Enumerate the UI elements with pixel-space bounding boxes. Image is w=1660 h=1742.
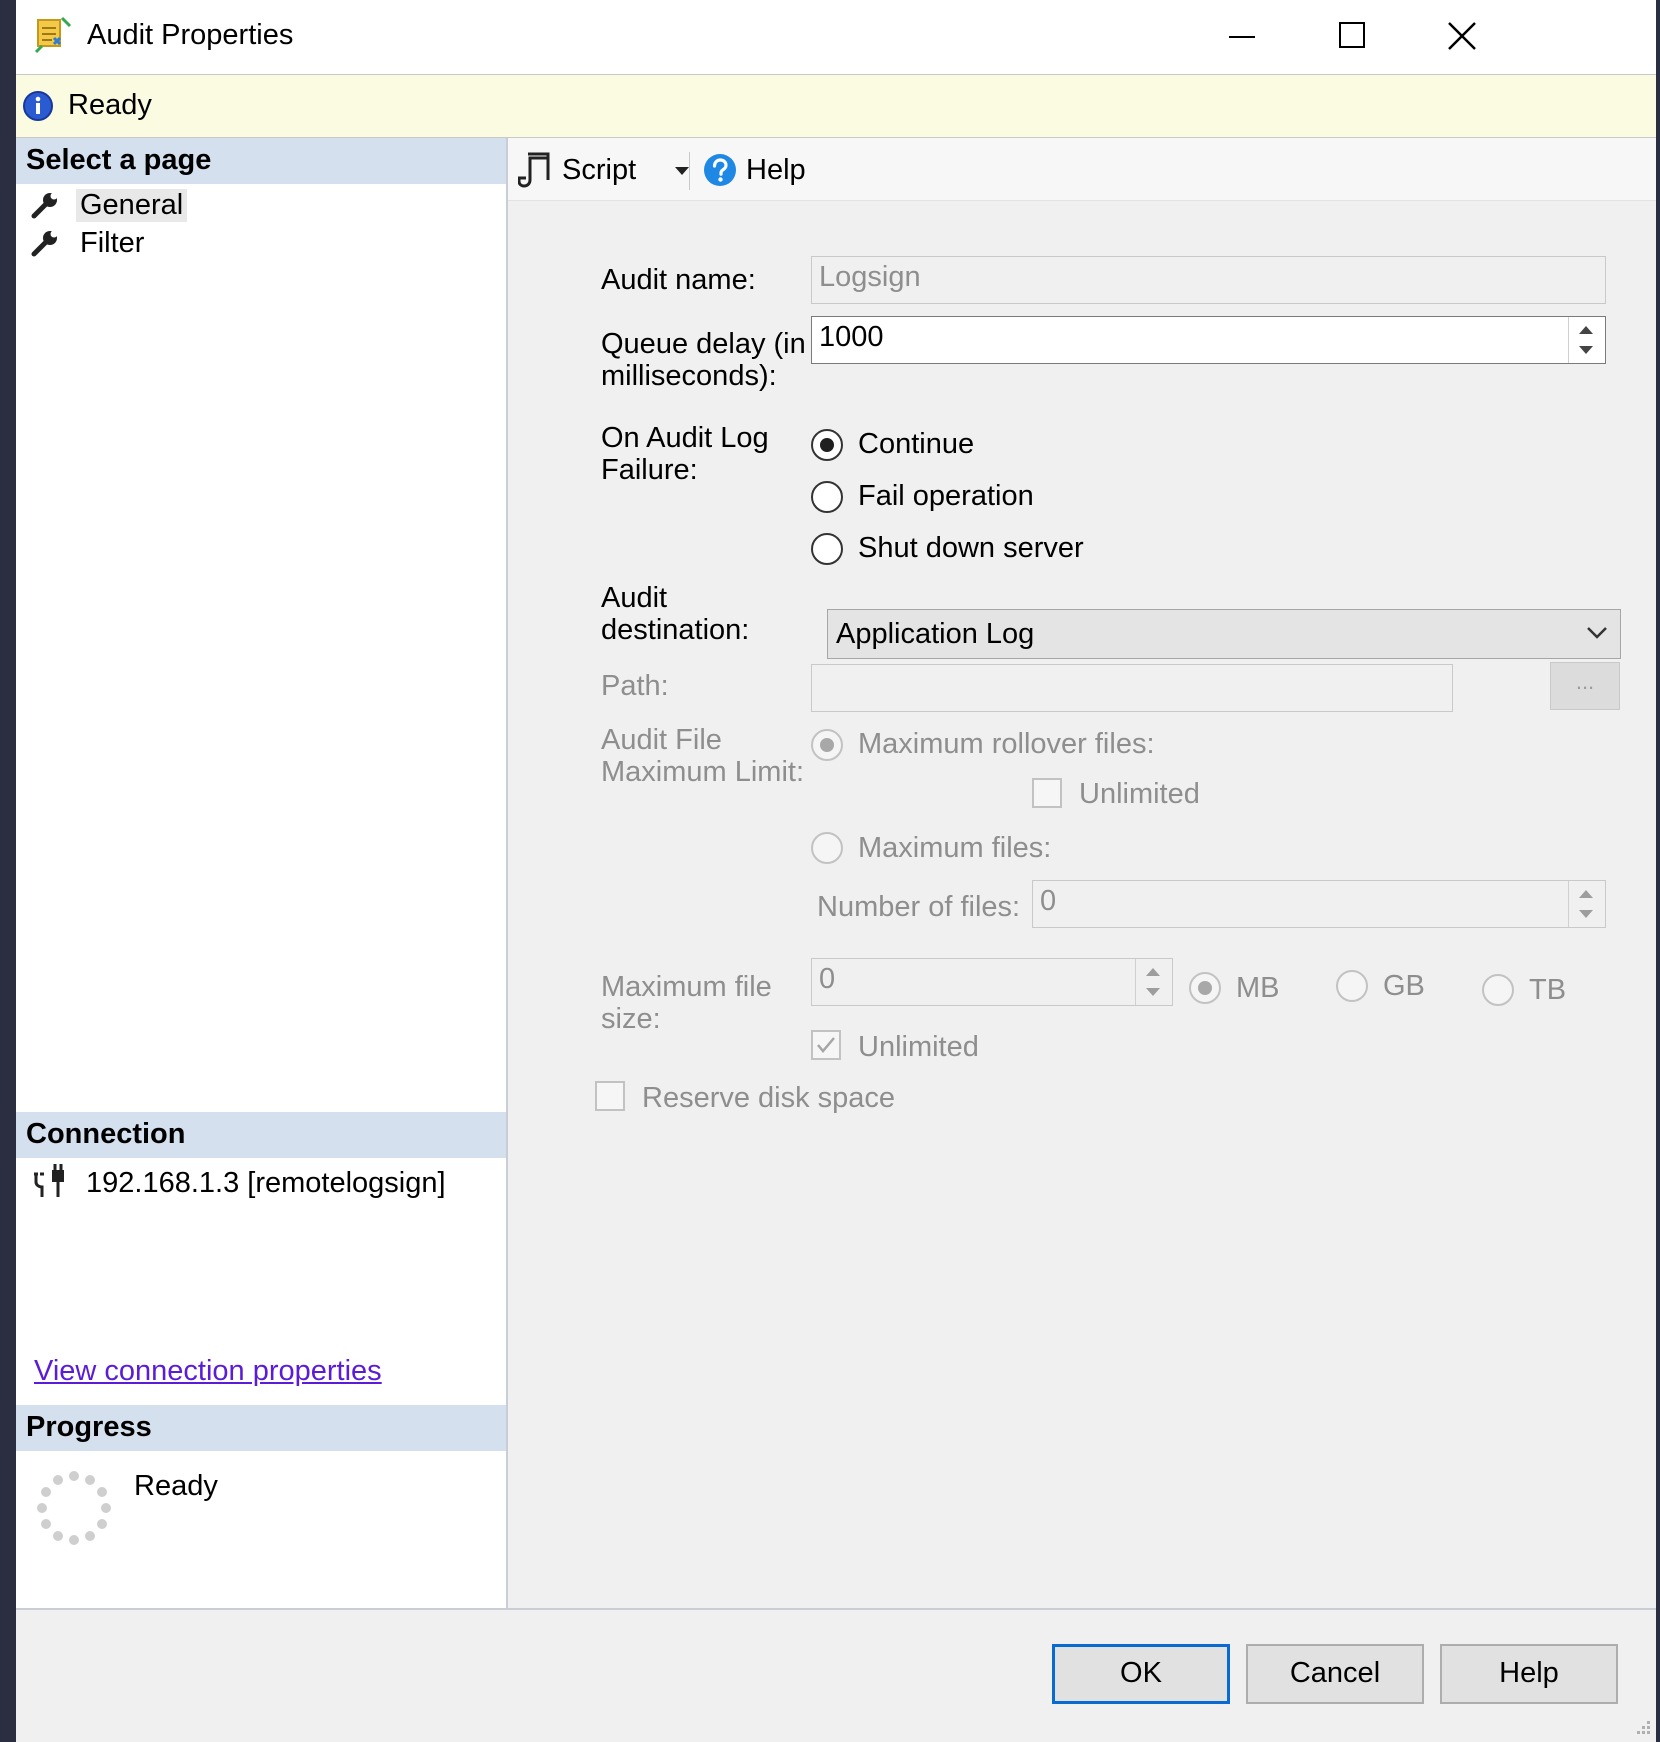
queue-delay-stepper[interactable]: 1000 (811, 316, 1606, 364)
minimize-button[interactable] (1186, 0, 1296, 74)
on-failure-label-line1: On Audit Log (601, 422, 769, 454)
audit-app-icon (34, 16, 72, 54)
max-limit-label-line2: Maximum Limit: (601, 756, 805, 788)
max-file-size-label: Maximum file size: (601, 971, 772, 1035)
number-of-files-stepper[interactable]: 0 (1032, 880, 1606, 928)
max-rollover-label: Maximum rollover files: (858, 728, 1155, 760)
fail-operation-label: Fail operation (858, 480, 1034, 512)
unlimited-size-checkbox[interactable] (811, 1030, 841, 1060)
max-file-size-label-line1: Maximum file (601, 971, 772, 1003)
max-files-radio[interactable] (811, 832, 843, 864)
unlimited-size-label: Unlimited (858, 1031, 979, 1063)
select-page-header: Select a page (16, 138, 506, 184)
help-icon (704, 154, 736, 186)
reserve-disk-space-checkbox[interactable] (595, 1081, 625, 1111)
audit-destination-label-line2: destination: (601, 614, 750, 646)
wrench-icon (31, 192, 58, 219)
progress-spinner-icon (37, 1471, 111, 1545)
on-failure-label: On Audit Log Failure: (601, 422, 769, 486)
queue-delay-label-line1: Queue delay (in (601, 328, 806, 360)
on-failure-label-line2: Failure: (601, 454, 698, 486)
script-icon (518, 152, 550, 188)
mb-label: MB (1236, 972, 1280, 1004)
chevron-down-icon (675, 167, 689, 175)
queue-delay-value: 1000 (819, 321, 884, 353)
cancel-button[interactable]: Cancel (1246, 1644, 1424, 1704)
resize-grip-icon[interactable] (1632, 1718, 1652, 1738)
mb-radio[interactable] (1189, 972, 1221, 1004)
close-button[interactable] (1406, 0, 1516, 74)
audit-properties-window: Audit Properties Ready Select a page Gen… (16, 0, 1656, 1742)
max-file-size-value: 0 (819, 963, 836, 995)
page-item-label: General (76, 189, 188, 222)
checkmark-icon (817, 1037, 835, 1053)
help-button[interactable]: Help (1440, 1644, 1618, 1704)
connection-icon (34, 1164, 64, 1197)
continue-radio[interactable] (811, 429, 843, 461)
wrench-icon (31, 230, 58, 257)
shut-down-server-label: Shut down server (858, 532, 1084, 564)
queue-delay-label-line2: milliseconds): (601, 360, 777, 392)
audit-name-label: Audit name: (601, 264, 756, 296)
max-limit-label: Audit File Maximum Limit: (601, 724, 804, 788)
unlimited-rollover-checkbox[interactable] (1032, 778, 1062, 808)
title-bar: Audit Properties (16, 0, 1656, 75)
max-files-label: Maximum files: (858, 832, 1052, 864)
info-icon (23, 91, 53, 121)
script-label: Script (562, 154, 637, 186)
close-icon (1448, 22, 1476, 50)
window-title: Audit Properties (87, 19, 294, 51)
max-file-size-label-line2: size: (601, 1003, 661, 1035)
reserve-disk-space-label: Reserve disk space (642, 1082, 896, 1114)
browse-button[interactable]: ... (1550, 662, 1620, 710)
ok-button[interactable]: OK (1052, 1644, 1230, 1704)
audit-name-field[interactable]: Logsign (811, 256, 1606, 304)
max-file-size-stepper[interactable]: 0 (811, 958, 1173, 1006)
footer-divider (16, 1608, 1656, 1610)
status-bar: Ready (16, 75, 1656, 139)
view-connection-properties-link[interactable]: View connection properties (34, 1355, 382, 1388)
status-text: Ready (68, 89, 152, 121)
audit-name-value: Logsign (819, 261, 921, 293)
audit-destination-label: Audit destination: (601, 582, 749, 646)
max-rollover-radio[interactable] (811, 729, 843, 761)
unlimited-rollover-label: Unlimited (1079, 778, 1200, 810)
max-limit-label-line1: Audit File (601, 724, 722, 756)
maximize-button[interactable] (1296, 0, 1406, 74)
left-pane: Select a page General Filter Connection (16, 138, 508, 1608)
queue-delay-label: Queue delay (in milliseconds): (601, 328, 806, 392)
connection-text: 192.168.1.3 [remotelogsign] (86, 1167, 446, 1199)
script-button[interactable]: Script (518, 150, 689, 188)
audit-destination-label-line1: Audit (601, 582, 668, 614)
minimize-icon (1229, 36, 1255, 38)
number-of-files-spin-buttons[interactable] (1568, 881, 1605, 927)
gb-label: GB (1383, 970, 1425, 1002)
maximize-icon (1339, 22, 1365, 48)
audit-destination-select[interactable]: Application Log (827, 609, 1621, 659)
connection-header: Connection (16, 1112, 506, 1158)
path-label: Path: (601, 670, 669, 702)
progress-header: Progress (16, 1405, 506, 1451)
tb-label: TB (1529, 974, 1567, 1006)
tb-radio[interactable] (1482, 974, 1514, 1006)
toolbar-help-label: Help (746, 154, 806, 186)
path-field[interactable] (811, 664, 1453, 712)
queue-delay-spin-buttons[interactable] (1568, 317, 1605, 363)
gb-radio[interactable] (1336, 970, 1368, 1002)
page-item-label: Filter (80, 227, 145, 259)
toolbar-help-button[interactable]: Help (702, 150, 822, 188)
number-of-files-value: 0 (1040, 885, 1057, 917)
chevron-down-icon (1587, 627, 1607, 639)
progress-status: Ready (134, 1470, 218, 1502)
toolbar-separator (689, 152, 690, 190)
fail-operation-radio[interactable] (811, 481, 843, 513)
audit-destination-value: Application Log (836, 618, 1035, 650)
number-of-files-label: Number of files: (817, 891, 1021, 923)
shut-down-server-radio[interactable] (811, 533, 843, 565)
continue-label: Continue (858, 428, 975, 460)
max-file-size-spin-buttons[interactable] (1135, 959, 1172, 1005)
